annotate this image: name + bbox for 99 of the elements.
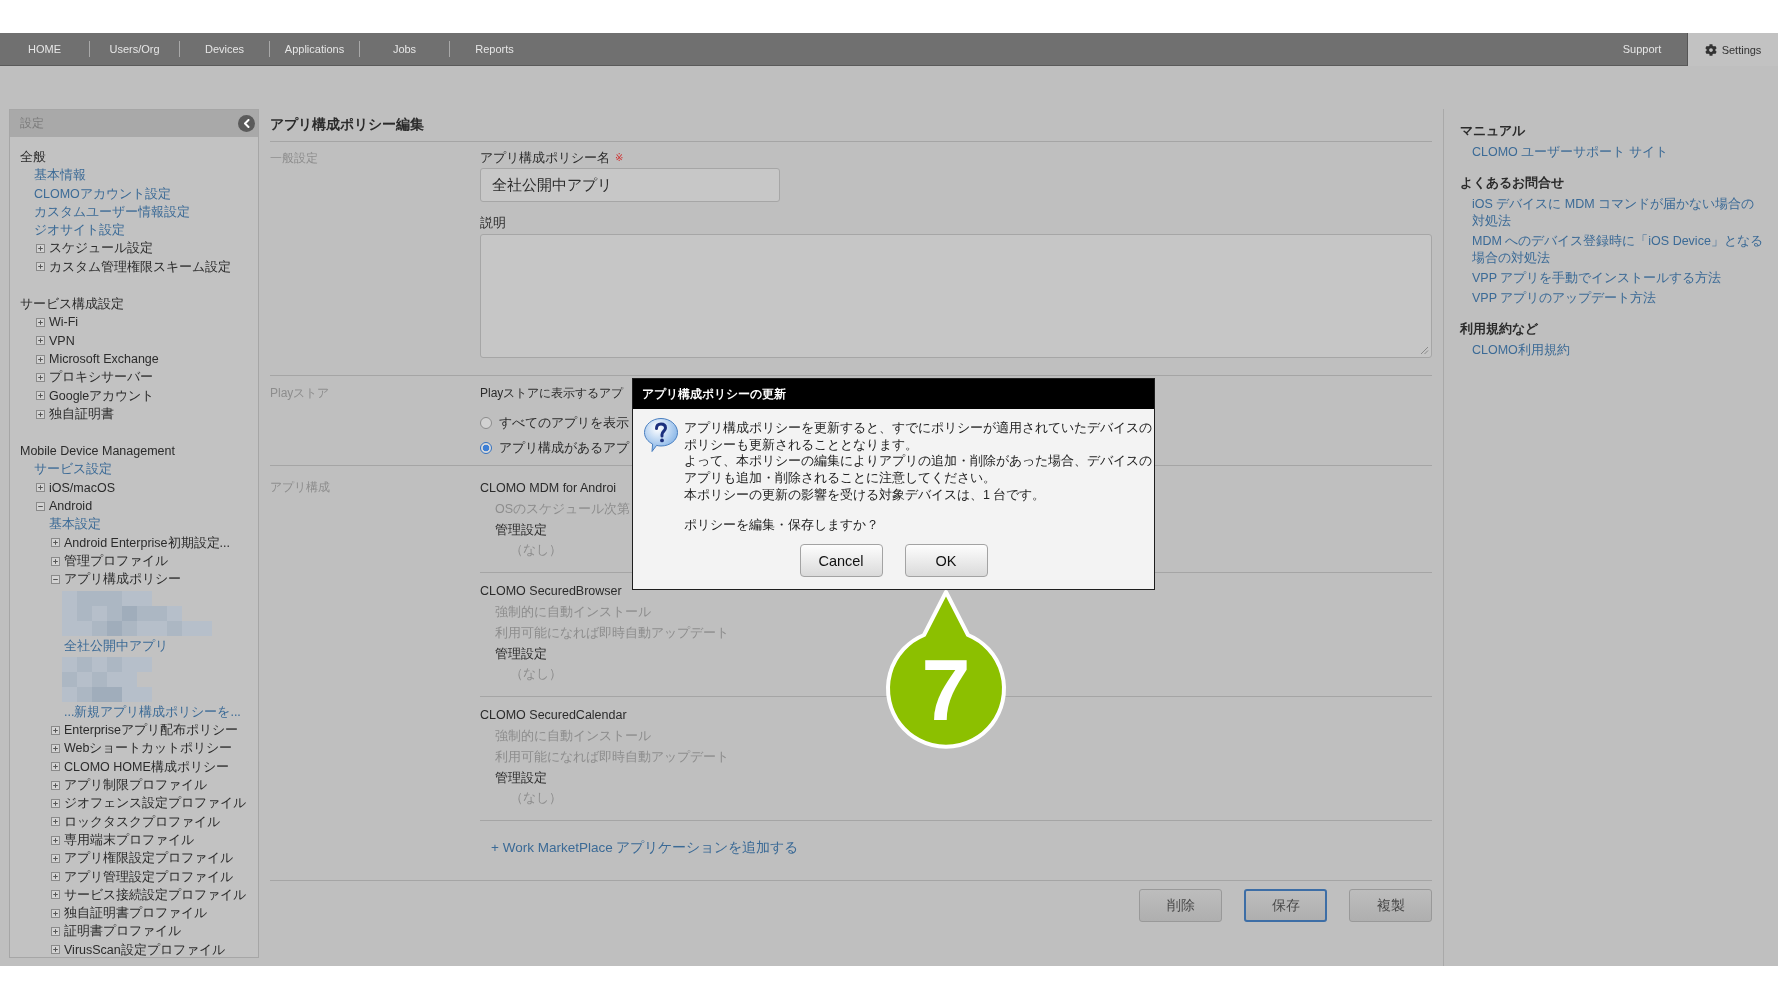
radio-label[interactable]: すべてのアプリを表示 xyxy=(499,413,629,433)
plus-box-icon[interactable] xyxy=(51,798,60,808)
plus-box-icon[interactable] xyxy=(51,762,60,772)
tree-item[interactable]: Enterpriseアプリ配布ポリシー xyxy=(64,721,238,740)
plus-box-icon[interactable] xyxy=(51,744,60,754)
radio-button[interactable] xyxy=(480,442,492,454)
plus-box-icon[interactable] xyxy=(51,853,60,863)
tree-item[interactable]: Webショートカットポリシー xyxy=(64,739,233,758)
ok-button[interactable]: OK xyxy=(904,544,988,578)
help-heading: マニュアル xyxy=(1460,123,1526,140)
dialog-message: よって、本ポリシーの編集によりアプリの追加・削除があった場合、デバイスのアプリも追加・削除されることに注意してください。 xyxy=(684,453,1152,487)
settings-tab[interactable]: Settings xyxy=(1687,33,1778,66)
plus-box-icon[interactable] xyxy=(36,483,45,493)
plus-box-icon[interactable] xyxy=(36,244,45,254)
plus-box-icon[interactable] xyxy=(51,817,60,827)
nav-tab[interactable]: Devices xyxy=(180,33,269,65)
nav-tab[interactable]: Jobs xyxy=(360,33,449,65)
tree-item[interactable]: 独自証明書 xyxy=(49,404,114,424)
page-title: アプリ構成ポリシー編集 xyxy=(270,116,424,134)
tree-item[interactable]: アプリ制限プロファイル xyxy=(64,776,207,795)
plus-box-icon[interactable] xyxy=(36,372,45,382)
tree-item[interactable]: ジオフェンス設定プロファイル xyxy=(64,794,246,813)
plus-box-icon[interactable] xyxy=(36,318,45,327)
cancel-button[interactable]: Cancel xyxy=(799,544,883,578)
plus-box-icon[interactable] xyxy=(51,908,60,918)
tree-item[interactable]: Android Enterprise初期設定... xyxy=(64,533,230,552)
tree-item[interactable]: Android xyxy=(49,497,93,516)
settings-label: 管理設定 xyxy=(494,645,547,663)
question-bubble-icon xyxy=(643,417,679,453)
tree-item[interactable]: 専用端末プロファイル xyxy=(64,830,194,850)
plus-box-icon[interactable] xyxy=(51,927,60,937)
plus-box-icon[interactable] xyxy=(51,872,60,882)
dialog-message: 本ポリシーの更新の影響を受ける対象デバイスは、1 台です。 xyxy=(684,486,1047,504)
tree-item[interactable]: Wi-Fi xyxy=(49,313,79,332)
chevron-left-icon xyxy=(243,119,250,128)
tree-item[interactable]: アプリ管理設定プロファイル xyxy=(64,867,233,886)
dialog-message: アプリ構成ポリシーを更新すると、すでにポリシーが適用されていたデバイスのポリシーも更新されることとなります。 xyxy=(684,420,1152,454)
tree-item[interactable]: ロックタスクプロファイル xyxy=(64,812,220,831)
plus-box-icon[interactable] xyxy=(36,409,45,419)
policy-name-field[interactable]: 全社公開中アプリ xyxy=(480,168,780,202)
tree-item[interactable]: VPN xyxy=(49,331,75,350)
field-label: 説明 xyxy=(480,215,506,232)
plus-box-icon[interactable] xyxy=(51,725,60,735)
tree-item[interactable]: Microsoft Exchange xyxy=(49,349,159,369)
resize-grip-icon[interactable] xyxy=(1420,346,1429,355)
save-button[interactable]: 保存 xyxy=(1244,889,1327,923)
required-mark: ※ xyxy=(615,151,624,165)
tree-item[interactable]: 証明書プロファイル xyxy=(64,922,181,941)
tree-item[interactable]: 管理プロファイル xyxy=(64,551,168,571)
plus-box-icon[interactable] xyxy=(51,780,60,790)
field-label: アプリ構成ポリシー名 xyxy=(480,150,610,167)
tree-item[interactable]: 独自証明書プロファイル xyxy=(64,904,207,923)
collapse-sidebar-button[interactable] xyxy=(238,115,255,132)
tree-item[interactable]: iOS/macOS xyxy=(49,478,115,498)
minus-box-icon[interactable] xyxy=(36,501,45,511)
description-field[interactable] xyxy=(480,234,1432,358)
nav-link[interactable]: Support xyxy=(1597,33,1687,65)
nav-tab[interactable]: Reports xyxy=(450,33,539,65)
settings-label: 管理設定 xyxy=(494,521,547,539)
plus-box-icon[interactable] xyxy=(51,556,60,566)
tree-item[interactable]: アプリ構成ポリシー xyxy=(64,570,181,589)
tree-item[interactable]: サービス接続設定プロファイル xyxy=(64,885,246,905)
plus-box-icon[interactable] xyxy=(36,336,45,346)
app-name: CLOMO SecuredCalendar xyxy=(480,707,627,725)
plus-box-icon[interactable] xyxy=(51,835,60,845)
step-number-callout: 7 xyxy=(884,588,1008,752)
radio-label[interactable]: アプリ構成があるアプ xyxy=(499,438,629,458)
plus-box-icon[interactable] xyxy=(36,354,45,364)
tree-item[interactable]: Googleアカウント xyxy=(49,386,155,405)
sidebar-section-title: Mobile Device Management xyxy=(20,443,175,461)
sidebar-section-title: 全般 xyxy=(20,149,46,166)
minus-box-icon[interactable] xyxy=(51,574,60,584)
nav-tab[interactable]: Users/Org xyxy=(90,33,179,65)
settings-label: 管理設定 xyxy=(494,769,547,787)
plus-box-icon[interactable] xyxy=(36,262,45,272)
dialog-title: アプリ構成ポリシーの更新 xyxy=(642,386,786,402)
tree-item[interactable]: CLOMO HOME構成ポリシー xyxy=(64,757,229,776)
plus-box-icon[interactable] xyxy=(51,890,60,900)
plus-box-icon[interactable] xyxy=(36,391,45,401)
plus-box-icon[interactable] xyxy=(51,945,60,955)
help-heading: 利用規約など xyxy=(1460,321,1539,338)
dialog-question: ポリシーを編集・保存しますか？ xyxy=(684,516,880,534)
tree-item[interactable]: カスタム管理権限スキーム設定 xyxy=(49,257,231,277)
action-button[interactable]: 複製 xyxy=(1349,889,1432,923)
tree-item[interactable]: スケジュール設定 xyxy=(49,239,153,258)
settings-icon xyxy=(1704,43,1717,56)
tree-item[interactable]: プロキシサーバー xyxy=(49,368,153,387)
field-label: Playストアに表示するアプ xyxy=(480,385,624,402)
action-button[interactable]: 削除 xyxy=(1139,889,1222,923)
help-heading: よくあるお問合せ xyxy=(1460,175,1565,192)
app-name: CLOMO MDM for Androi xyxy=(480,480,617,497)
app-name: CLOMO SecuredBrowser xyxy=(480,583,622,601)
tree-item[interactable]: アプリ権限設定プロファイル xyxy=(64,849,233,868)
sidebar-section-title: サービス構成設定 xyxy=(20,296,124,314)
tree-item[interactable]: VirusScan設定プロファイル xyxy=(64,940,225,957)
radio-button[interactable] xyxy=(480,417,492,429)
nav-tab[interactable]: Applications xyxy=(270,33,359,65)
nav-tab[interactable]: HOME xyxy=(0,33,89,65)
plus-box-icon[interactable] xyxy=(51,538,60,548)
